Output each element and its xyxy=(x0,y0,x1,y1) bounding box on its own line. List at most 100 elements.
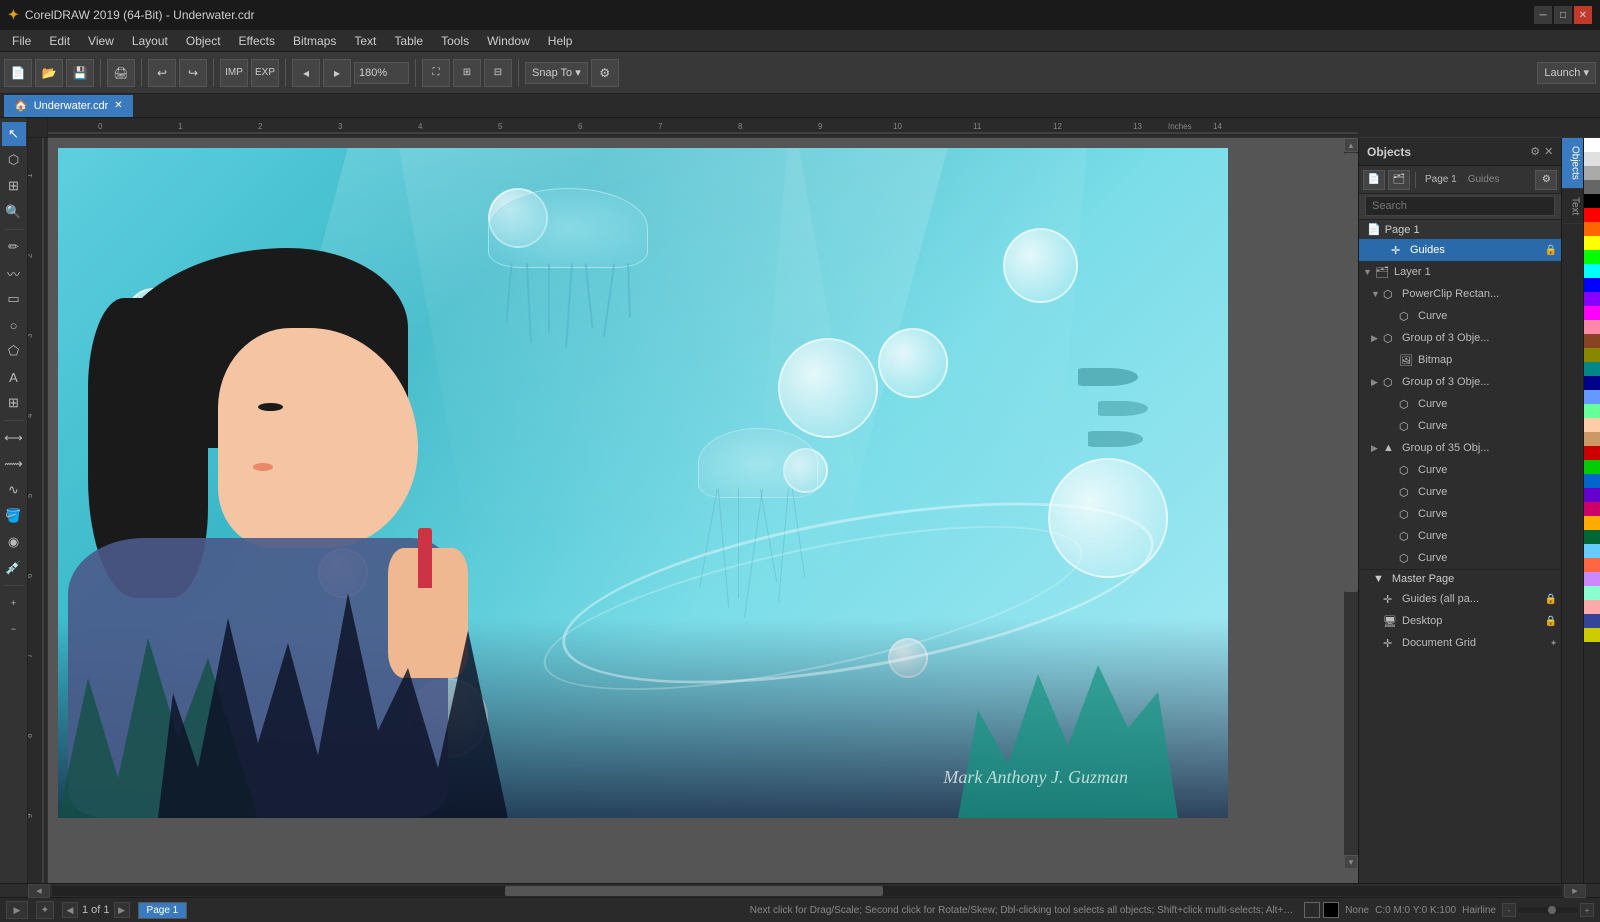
zoom-tool[interactable]: 🔍 xyxy=(2,200,26,224)
swatch-magenta[interactable] xyxy=(1584,306,1600,320)
maximize-button[interactable]: □ xyxy=(1554,6,1572,24)
swatch-ltgray[interactable] xyxy=(1584,152,1600,166)
swatch-orange[interactable] xyxy=(1584,222,1600,236)
view-mode-btn[interactable]: ⊟ xyxy=(484,59,512,87)
smart-fill-tool[interactable]: ◉ xyxy=(2,530,26,554)
open-button[interactable]: 📂 xyxy=(35,59,63,87)
rectangle-tool[interactable]: ▭ xyxy=(2,287,26,311)
tree-docgrid[interactable]: ✛ Document Grid ✦ xyxy=(1359,632,1561,654)
menu-help[interactable]: Help xyxy=(540,32,581,50)
swatch-tan[interactable] xyxy=(1584,432,1600,446)
swatch-lt-green[interactable] xyxy=(1584,404,1600,418)
swatch-green2[interactable] xyxy=(1584,460,1600,474)
freehand-tool[interactable]: ✏ xyxy=(2,235,26,259)
eyedropper-tool[interactable]: 💉 xyxy=(2,556,26,580)
panel-settings-btn[interactable]: ⚙ xyxy=(1530,145,1540,158)
swatch-coral[interactable] xyxy=(1584,558,1600,572)
menu-view[interactable]: View xyxy=(80,32,122,50)
prev-page-btn[interactable]: ◀ xyxy=(62,902,78,918)
menu-window[interactable]: Window xyxy=(479,32,538,50)
fill-tool[interactable]: 🪣 xyxy=(2,504,26,528)
zoom-in-btn[interactable]: ▸ xyxy=(323,59,351,87)
tree-group2[interactable]: ▶ ⬡ Group of 3 Obje... xyxy=(1359,371,1561,393)
grid-view-btn[interactable]: ⊞ xyxy=(453,59,481,87)
swatch-purple[interactable] xyxy=(1584,292,1600,306)
selection-tool[interactable]: ↖ xyxy=(2,122,26,146)
swatch-cyan[interactable] xyxy=(1584,264,1600,278)
redo-button[interactable]: ↪ xyxy=(179,59,207,87)
menu-layout[interactable]: Layout xyxy=(124,32,176,50)
ellipse-tool[interactable]: ○ xyxy=(2,313,26,337)
canvas-area[interactable]: Mark Anthony J. Guzman ▲ ▼ xyxy=(48,138,1358,883)
tree-curve-2[interactable]: ⬡ Curve xyxy=(1359,393,1561,415)
hscroll-left-btn[interactable]: ◀ xyxy=(28,884,50,898)
minimize-button[interactable]: ─ xyxy=(1534,6,1552,24)
print-button[interactable]: 🖨 xyxy=(107,59,135,87)
swatch-darkgray[interactable] xyxy=(1584,180,1600,194)
swatch-black[interactable] xyxy=(1584,194,1600,208)
tree-curve-8[interactable]: ⬡ Curve xyxy=(1359,547,1561,569)
snap-to-button[interactable]: Snap To ▾ xyxy=(525,62,588,84)
swatch-mint[interactable] xyxy=(1584,586,1600,600)
tree-curve-6[interactable]: ⬡ Curve xyxy=(1359,503,1561,525)
swatch-violet[interactable] xyxy=(1584,488,1600,502)
tree-curve-4[interactable]: ⬡ Curve xyxy=(1359,459,1561,481)
tree-desktop[interactable]: 🖥 Desktop 🔒 xyxy=(1359,610,1561,632)
swatch-lt-blue[interactable] xyxy=(1584,390,1600,404)
swatch-salmon[interactable] xyxy=(1584,600,1600,614)
table-tool[interactable]: ⊞ xyxy=(2,391,26,415)
search-input[interactable] xyxy=(1365,196,1555,216)
swatch-indigo[interactable] xyxy=(1584,614,1600,628)
settings-btn[interactable]: ⚙ xyxy=(591,59,619,87)
import-button[interactable]: IMP xyxy=(220,59,248,87)
panel-gear-btn[interactable]: ⚙ xyxy=(1535,170,1557,190)
panel-new-layer-btn[interactable]: 🗂 xyxy=(1388,170,1410,190)
next-page-btn[interactable]: ▶ xyxy=(114,902,130,918)
swatch-gray[interactable] xyxy=(1584,166,1600,180)
file-tab[interactable]: 🏠 Underwater.cdr ✕ xyxy=(4,95,133,117)
swatch-white[interactable] xyxy=(1584,138,1600,152)
zoom-input[interactable]: 180% xyxy=(354,62,409,84)
tree-guides[interactable]: ✛ Guides 🔒 xyxy=(1359,239,1561,261)
tree-powerclip[interactable]: ▼ ⬡ PowerClip Rectan... xyxy=(1359,283,1561,305)
view-toggle-btn[interactable]: ▶ xyxy=(6,901,28,919)
swatch-brown[interactable] xyxy=(1584,334,1600,348)
swatch-red2[interactable] xyxy=(1584,446,1600,460)
crop-tool[interactable]: ⊞ xyxy=(2,174,26,198)
scrollbar-vertical[interactable]: ▲ ▼ xyxy=(1344,138,1358,869)
swatch-red[interactable] xyxy=(1584,208,1600,222)
menu-text[interactable]: Text xyxy=(346,32,384,50)
tree-curve-7[interactable]: ⬡ Curve xyxy=(1359,525,1561,547)
node-edit-btn[interactable]: ✦ xyxy=(36,901,54,919)
stroke-swatch[interactable] xyxy=(1323,902,1339,918)
menu-edit[interactable]: Edit xyxy=(41,32,78,50)
close-button[interactable]: ✕ xyxy=(1574,6,1592,24)
tree-layer1[interactable]: ▼ 🗂 Layer 1 xyxy=(1359,261,1561,283)
hscroll-thumb[interactable] xyxy=(505,886,883,896)
swatch-blue2[interactable] xyxy=(1584,474,1600,488)
tree-guides-all[interactable]: ✛ Guides (all pa... 🔒 xyxy=(1359,588,1561,610)
zoom-minus-btn[interactable]: - xyxy=(1502,903,1516,917)
swatch-blue[interactable] xyxy=(1584,278,1600,292)
new-button[interactable]: 📄 xyxy=(4,59,32,87)
swatch-peach[interactable] xyxy=(1584,418,1600,432)
tab-close-icon[interactable]: ✕ xyxy=(114,100,122,111)
tree-bitmap[interactable]: 🖼 Bitmap xyxy=(1359,349,1561,371)
undo-button[interactable]: ↩ xyxy=(148,59,176,87)
tree-group1[interactable]: ▶ ⬡ Group of 3 Obje... xyxy=(1359,327,1561,349)
fill-swatch[interactable] xyxy=(1304,902,1320,918)
menu-effects[interactable]: Effects xyxy=(231,32,283,50)
menu-tools[interactable]: Tools xyxy=(433,32,477,50)
tab-objects[interactable]: Objects xyxy=(1562,138,1584,189)
swatch-sky[interactable] xyxy=(1584,544,1600,558)
swatch-lavender[interactable] xyxy=(1584,572,1600,586)
remove-node-btn[interactable]: − xyxy=(2,617,26,641)
menu-object[interactable]: Object xyxy=(178,32,229,50)
full-screen-btn[interactable]: ⛶ xyxy=(422,59,450,87)
menu-bitmaps[interactable]: Bitmaps xyxy=(285,32,344,50)
launch-button[interactable]: Launch ▾ xyxy=(1537,62,1596,84)
swatch-rose[interactable] xyxy=(1584,502,1600,516)
swatch-navy[interactable] xyxy=(1584,376,1600,390)
zoom-plus-btn[interactable]: + xyxy=(1580,903,1594,917)
save-button[interactable]: 💾 xyxy=(66,59,94,87)
